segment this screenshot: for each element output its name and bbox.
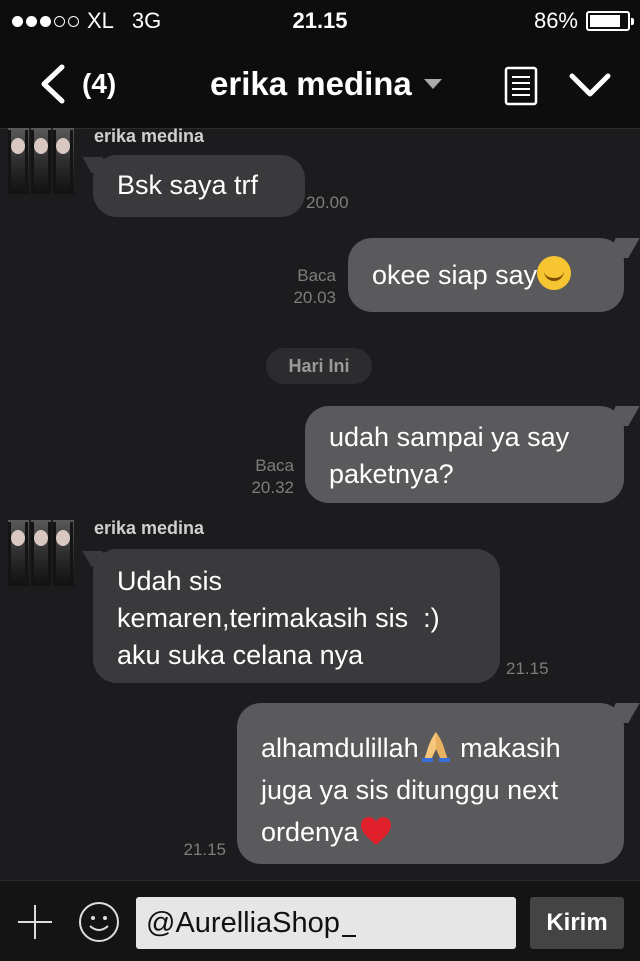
read-status: Baca — [297, 266, 336, 285]
message-input-bar: @AurelliaShop Kirim — [0, 880, 640, 961]
avatar[interactable] — [8, 520, 75, 586]
message-text-line: ordenya — [261, 811, 600, 853]
day-separator: Hari Ini — [266, 348, 372, 384]
read-status: Baca — [255, 456, 294, 475]
message-bubble-outgoing[interactable]: alhamdulillah makasih juga ya sis ditung… — [237, 703, 624, 864]
message-meta: Baca 20.03 — [270, 265, 336, 309]
message-text-line: aku suka celana nya — [117, 640, 364, 670]
message-text: alhamdulillah — [261, 733, 419, 763]
chevron-left-icon — [41, 64, 65, 104]
red-heart-icon — [360, 817, 391, 845]
message-text: ordenya — [261, 817, 359, 847]
message-time: 21.15 — [183, 840, 226, 859]
folded-hands-icon — [421, 732, 450, 762]
message-bubble-incoming[interactable]: Udah sis kemaren,terimakasih sis :) aku … — [93, 549, 500, 683]
message-time: 21.15 — [506, 659, 549, 678]
battery-icon — [586, 11, 634, 31]
emoji-icon[interactable] — [78, 901, 120, 943]
unread-count: (4) — [82, 68, 117, 99]
text-cursor — [341, 935, 356, 937]
message-text-line: juga ya sis ditunggu next — [261, 775, 559, 805]
message-time: 20.32 — [251, 478, 294, 497]
back-button[interactable]: (4) — [38, 62, 148, 106]
message-text: makasih — [452, 733, 561, 763]
message-meta: Baca 20.32 — [228, 455, 294, 499]
battery-percent: 86% — [533, 8, 578, 33]
send-button[interactable]: Kirim — [530, 897, 624, 949]
message-text-line: alhamdulillah makasih — [261, 727, 600, 769]
smiling-face-icon — [537, 256, 572, 290]
message-text: Bsk saya trf — [117, 170, 259, 200]
sender-name: erika medina — [94, 126, 205, 146]
contact-title-button[interactable]: erika medina — [210, 62, 470, 106]
message-list[interactable]: erika medina Bsk saya trf 20.00 Baca 20.… — [0, 126, 640, 880]
message-input[interactable]: @AurelliaShop — [136, 897, 516, 949]
status-right: 86% — [533, 8, 634, 34]
message-text-line: kemaren,terimakasih sis :) — [117, 603, 440, 633]
contact-name: erika medina — [210, 65, 412, 102]
message-bubble-incoming[interactable]: Bsk saya trf — [93, 155, 305, 217]
sender-name: erika medina — [94, 518, 205, 538]
message-time: 20.03 — [293, 288, 336, 307]
message-text-line: paketnya? — [329, 459, 454, 489]
message-bubble-outgoing[interactable]: udah sampai ya say paketnya? — [305, 406, 624, 503]
message-text: okee siap say — [372, 260, 538, 290]
chevron-down-icon[interactable] — [568, 70, 612, 100]
plus-icon[interactable] — [16, 903, 54, 941]
status-bar: XL 3G 21.15 86% — [0, 0, 640, 40]
message-text-line: udah sampai ya say — [329, 422, 570, 452]
message-bubble-outgoing[interactable]: okee siap say — [348, 238, 624, 312]
caret-down-icon — [423, 79, 442, 89]
message-input-value: @AurelliaShop — [146, 906, 340, 939]
avatar[interactable] — [8, 128, 75, 194]
notes-list-icon[interactable] — [504, 66, 538, 106]
message-time: 20.00 — [306, 193, 349, 212]
battery-fill — [590, 15, 621, 27]
message-text-line: Udah sis — [117, 566, 223, 596]
chat-header: (4) erika medina — [0, 40, 640, 129]
